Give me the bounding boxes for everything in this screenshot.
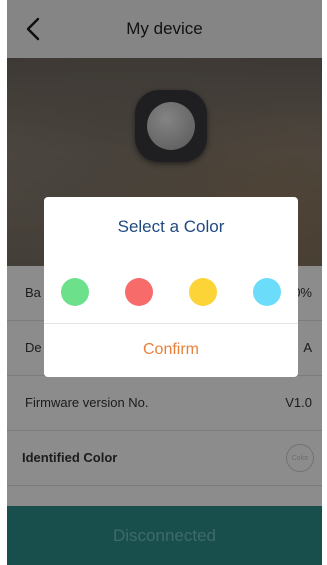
confirm-button[interactable]: Confirm xyxy=(44,323,298,377)
color-swatch-green[interactable] xyxy=(61,278,89,306)
color-select-dialog: Select a Color Confirm xyxy=(44,197,298,377)
dialog-title: Select a Color xyxy=(117,217,225,236)
device-screen: My device Ba 0% De A Firmware version No… xyxy=(7,0,322,565)
color-swatch-yellow[interactable] xyxy=(189,278,217,306)
color-swatch-red[interactable] xyxy=(125,278,153,306)
color-swatch-blue[interactable] xyxy=(253,278,281,306)
